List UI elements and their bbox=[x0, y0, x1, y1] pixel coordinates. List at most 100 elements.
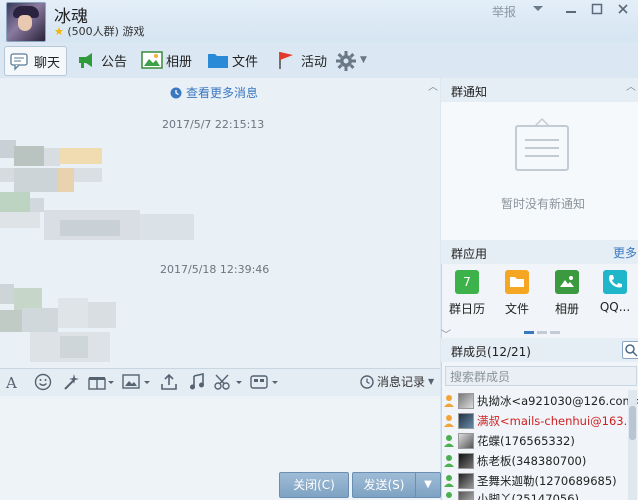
font-icon[interactable]: A bbox=[6, 373, 17, 393]
apps-title: 群应用 bbox=[451, 247, 488, 261]
app-calendar[interactable]: 7 群日历 bbox=[444, 270, 490, 317]
member-row[interactable]: 圣舞米迦勒(1270689685) bbox=[443, 471, 617, 491]
apps-header: 群应用 bbox=[441, 240, 638, 264]
star-icon: ★ bbox=[54, 25, 64, 38]
avatar bbox=[458, 473, 474, 489]
chat-history[interactable]: 查看更多消息 ︿ 2017/5/7 22:15:13 2017/5/18 12:… bbox=[0, 78, 440, 368]
send-options-dropdown-icon[interactable]: ▼ bbox=[415, 472, 441, 498]
tab-files-label: 文件 bbox=[232, 54, 259, 70]
member-row[interactable]: 小脚丫(25147056) bbox=[443, 491, 579, 500]
folder-icon bbox=[505, 270, 529, 294]
send-button[interactable]: 发送(S) bbox=[352, 472, 415, 498]
close-button[interactable]: 关闭(C) bbox=[279, 472, 349, 498]
view-more-messages-link[interactable]: 查看更多消息 bbox=[170, 84, 258, 101]
notice-header: 群通知 ︿ bbox=[441, 78, 638, 102]
panel-collapse-icon[interactable]: ︿ bbox=[626, 78, 636, 93]
screenshot-tool-icon[interactable] bbox=[250, 373, 280, 393]
app-album-label: 相册 bbox=[554, 302, 579, 316]
member-role-icon bbox=[444, 395, 454, 407]
avatar bbox=[458, 453, 474, 469]
music-icon[interactable] bbox=[188, 373, 206, 393]
members-title: 群成员(12/21) bbox=[451, 345, 531, 359]
group-avatar[interactable] bbox=[6, 2, 46, 42]
chat-scroll-up-icon[interactable]: ︿ bbox=[428, 78, 438, 93]
tab-chat-label: 聊天 bbox=[34, 55, 61, 71]
view-more-messages-label: 查看更多消息 bbox=[186, 86, 259, 100]
group-meta: ★ (500人群) 游戏 bbox=[54, 23, 144, 39]
message-record-label: 消息记录 bbox=[377, 375, 426, 389]
scissors-icon[interactable] bbox=[214, 373, 244, 393]
member-search-icon[interactable] bbox=[622, 341, 638, 359]
member-role-icon bbox=[446, 492, 452, 498]
member-name: 圣舞米迦勒(1270689685) bbox=[477, 474, 617, 488]
settings-dropdown-icon: ▼ bbox=[360, 55, 367, 65]
member-name: 满叔<mails-chenhui@163.c... bbox=[477, 414, 638, 428]
report-button[interactable]: 举报 bbox=[492, 3, 516, 20]
app-calendar-label: 群日历 bbox=[448, 302, 485, 316]
chat-bubble-icon bbox=[9, 51, 29, 71]
member-name: 栋老板(348380700) bbox=[477, 454, 587, 468]
tab-announcement-label: 公告 bbox=[101, 54, 128, 70]
members-header: ﹀ 群成员(12/21) bbox=[441, 330, 638, 362]
upload-icon[interactable] bbox=[160, 373, 178, 393]
emoji-icon[interactable] bbox=[34, 373, 52, 393]
tab-announcement[interactable]: 公告 bbox=[76, 46, 127, 74]
tab-album[interactable]: 相册 bbox=[141, 46, 192, 74]
notice-title: 群通知 bbox=[451, 85, 488, 99]
app-files[interactable]: 文件 bbox=[494, 270, 540, 317]
picture-icon bbox=[141, 50, 163, 70]
flag-icon bbox=[276, 50, 296, 70]
avatar bbox=[458, 393, 474, 409]
megaphone-icon bbox=[76, 50, 96, 70]
avatar bbox=[458, 413, 474, 429]
tab-activity-label: 活动 bbox=[301, 54, 328, 70]
app-qq-phone-label: QQ... bbox=[599, 300, 631, 314]
maximize-icon[interactable] bbox=[587, 2, 607, 18]
member-list-scrollbar[interactable] bbox=[628, 390, 637, 500]
calendar-icon: 7 bbox=[455, 270, 479, 294]
member-name: 小脚丫(25147056) bbox=[477, 492, 580, 500]
member-role-icon bbox=[444, 415, 454, 427]
message-record-dropdown-icon: ▼ bbox=[428, 377, 435, 386]
apps-collapse-icon[interactable]: ﹀ bbox=[441, 326, 451, 341]
group-category[interactable]: 游戏 bbox=[122, 25, 144, 38]
picture-icon bbox=[555, 270, 579, 294]
message-timestamp: 2017/5/7 22:15:13 bbox=[162, 118, 265, 131]
gift-box-icon[interactable] bbox=[88, 373, 114, 393]
no-notice-text: 暂时没有新通知 bbox=[501, 197, 586, 211]
tab-activity[interactable]: 活动 bbox=[276, 46, 327, 74]
minimize-icon[interactable] bbox=[561, 2, 581, 18]
member-search-input[interactable]: 搜索群成员 bbox=[445, 366, 637, 386]
settings-menu[interactable]: ▼ bbox=[335, 46, 367, 74]
member-role-icon bbox=[444, 435, 454, 447]
member-row[interactable]: 满叔<mails-chenhui@163.c... bbox=[443, 411, 638, 431]
blurred-message bbox=[0, 134, 200, 254]
message-record-button[interactable]: 消息记录 ▼ bbox=[360, 373, 434, 390]
member-name: 花蝶(176565332) bbox=[477, 434, 575, 448]
blurred-message bbox=[0, 278, 130, 368]
avatar bbox=[458, 491, 474, 500]
member-row[interactable]: 栋老板(348380700) bbox=[443, 451, 586, 471]
tab-album-label: 相册 bbox=[166, 54, 193, 70]
app-qq-phone[interactable]: QQ... bbox=[592, 270, 638, 314]
close-icon[interactable] bbox=[613, 2, 633, 18]
image-icon[interactable] bbox=[122, 373, 152, 393]
gear-icon bbox=[335, 50, 356, 71]
member-role-icon bbox=[444, 455, 454, 467]
member-row[interactable]: 花蝶(176565332) bbox=[443, 431, 575, 451]
tab-chat[interactable]: 聊天 bbox=[4, 46, 68, 76]
member-role-icon bbox=[444, 475, 454, 487]
member-row[interactable]: 执拗冰<a921030@126.com> bbox=[443, 391, 638, 411]
notice-board-icon bbox=[513, 117, 571, 174]
app-album[interactable]: 相册 bbox=[544, 270, 590, 317]
magic-wand-icon[interactable] bbox=[62, 373, 80, 393]
report-dropdown-icon[interactable] bbox=[528, 2, 548, 18]
scrollbar-thumb[interactable] bbox=[629, 406, 636, 440]
apps-more-link[interactable]: 更多 bbox=[613, 244, 637, 261]
clock-icon bbox=[170, 87, 182, 98]
tab-files[interactable]: 文件 bbox=[207, 46, 258, 74]
avatar bbox=[458, 433, 474, 449]
folder-icon bbox=[207, 50, 228, 70]
apps-pager[interactable] bbox=[524, 324, 560, 338]
input-toolbar: A 消息记录 ▼ bbox=[0, 368, 440, 397]
